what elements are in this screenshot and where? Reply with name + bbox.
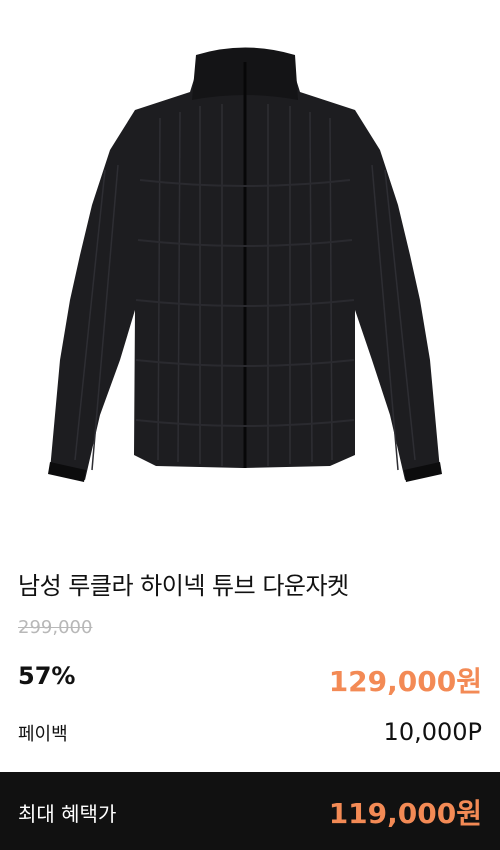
best-benefit-bar[interactable]: 최대 혜택가 119,000원 [0, 772, 500, 850]
paybak-value: 10,000P [383, 718, 482, 746]
best-benefit-label: 최대 혜택가 [18, 802, 117, 826]
sale-price: 129,000원 [328, 665, 482, 698]
discount-rate: 57% [18, 662, 76, 690]
original-price: 299,000 [18, 617, 93, 638]
best-benefit-price: 119,000원 [328, 797, 482, 830]
paybak-label: 페이백 [18, 724, 68, 745]
jacket-image [48, 47, 442, 482]
product-title: 남성 루클라 하이넥 튜브 다운자켓 [18, 572, 349, 600]
product-image[interactable] [0, 0, 500, 545]
